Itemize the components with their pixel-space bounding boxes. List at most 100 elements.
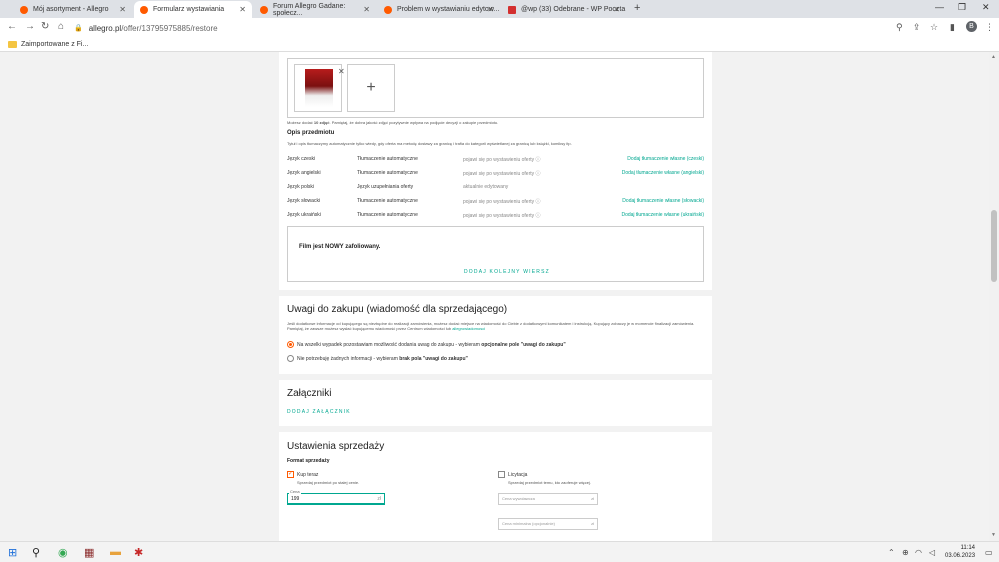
format-label: Format sprzedaży: [287, 458, 330, 464]
taskbar-clock[interactable]: 11:14 03.06.2023: [945, 544, 975, 560]
currency-label: zł: [591, 496, 594, 501]
zalaczniki-title: Załączniki: [287, 388, 332, 399]
allegro-favicon-icon: [260, 5, 268, 14]
add-row-button[interactable]: DODAJ KOLEJNY WIERSZ: [464, 269, 550, 275]
menu-icon[interactable]: ⋮: [985, 22, 994, 33]
description-editor[interactable]: Film jest NOWY zafoliowany. DODAJ KOLEJN…: [287, 226, 704, 282]
bookmark-star-icon[interactable]: ☆: [930, 22, 938, 33]
allegro-wiadomosci-link[interactable]: allegrowiadomosci: [452, 326, 485, 331]
tab-title: @wp (33) Odebrane - WP Poczta: [521, 6, 626, 13]
lang-status: aktualnie edytowany: [463, 184, 509, 190]
price-input[interactable]: 199 zł: [287, 493, 385, 505]
movie-poster-image: [305, 69, 333, 107]
kup-teraz-label[interactable]: Kup teraz: [297, 472, 318, 478]
close-tab-icon[interactable]: ✕: [119, 5, 126, 14]
radio-no-field[interactable]: [287, 355, 294, 362]
lang-row-english: Język angielski Tłumaczenie automatyczne…: [287, 166, 704, 180]
remove-photo-icon[interactable]: ✕: [338, 67, 345, 76]
search-icon[interactable]: ⚲: [32, 546, 40, 559]
tab-title: Formularz wystawiania: [153, 6, 225, 13]
radio-optional-field[interactable]: [287, 341, 294, 348]
lang-row-polish: Język polski Język uzupełniania oferty a…: [287, 180, 704, 194]
home-icon[interactable]: ⌂: [58, 21, 64, 32]
restore-window-icon[interactable]: ❐: [958, 2, 966, 13]
allegro-favicon-icon: [140, 5, 148, 14]
tab-formularz-wystawiania[interactable]: Formularz wystawiania ✕: [134, 1, 252, 18]
close-tab-icon[interactable]: ✕: [613, 5, 620, 14]
add-translation-english-link[interactable]: Dodaj tłumaczenie własne (angielski): [622, 170, 704, 176]
add-translation-slovak-link[interactable]: Dodaj tłumaczenie własne (słowacki): [622, 198, 704, 204]
browser-toolbar: ← → ↻ ⌂ 🔒 allegro.pl /offer/13795975885/…: [0, 18, 999, 37]
auction-price-placeholder: Cena wywoławcza: [502, 496, 535, 501]
url-domain: allegro.pl: [88, 23, 122, 33]
chrome-icon[interactable]: ◉: [58, 546, 68, 559]
app-icon[interactable]: ▦: [84, 546, 94, 559]
lang-mode: Tłumaczenie automatyczne: [357, 212, 418, 218]
lang-status: pojawi się po wystawieniu oferty ⓘ: [463, 171, 541, 177]
new-tab-icon[interactable]: +: [634, 2, 640, 14]
wifi-icon[interactable]: ◠: [915, 548, 922, 557]
windows-start-icon[interactable]: ⊞: [8, 546, 17, 559]
volume-icon[interactable]: ◁: [929, 548, 935, 557]
checkbox-licytacja[interactable]: [498, 471, 505, 478]
bookmark-folder-imported[interactable]: Zaimportowane z Fi...: [21, 41, 88, 48]
lang-name: Język angielski: [287, 170, 321, 176]
description-text[interactable]: Film jest NOWY zafoliowany.: [299, 244, 380, 250]
lang-status: pojawi się po wystawieniu oferty ⓘ: [463, 213, 541, 219]
add-translation-czech-link[interactable]: Dodaj tłumaczenie własne (czeski): [627, 156, 704, 162]
kup-teraz-sub: Sprzedaj przedmiot po stałej cenie.: [297, 480, 360, 485]
tab-moj-asortyment[interactable]: Mój asortyment - Allegro ✕: [14, 1, 132, 18]
photo-thumbnail[interactable]: ✕: [294, 64, 345, 112]
close-tab-icon[interactable]: ✕: [363, 5, 370, 14]
back-icon[interactable]: ←: [7, 21, 17, 32]
profile-avatar[interactable]: B: [966, 21, 977, 32]
min-price-input[interactable]: Cena minimalna (opcjonalnie) zł: [498, 518, 598, 530]
folder-icon: [8, 40, 17, 48]
side-panel-icon[interactable]: ▮: [950, 22, 955, 33]
add-translation-ukrainian-link[interactable]: Dodaj tłumaczenie własne (ukraiński): [621, 212, 704, 218]
scroll-up-icon[interactable]: ▲: [991, 54, 996, 60]
minimize-icon[interactable]: —: [935, 2, 944, 12]
close-tab-icon[interactable]: ✕: [487, 5, 494, 14]
address-bar[interactable]: 🔒 allegro.pl /offer/13795975885/restore: [74, 21, 914, 35]
page-scrollbar[interactable]: ▲ ▼: [989, 52, 999, 541]
lang-mode: Tłumaczenie automatyczne: [357, 170, 418, 176]
lang-name: Język polski: [287, 184, 314, 190]
lang-status: pojawi się po wystawieniu oferty ⓘ: [463, 157, 541, 163]
search-icon[interactable]: ⚲: [896, 22, 903, 33]
notifications-icon[interactable]: ▭: [985, 548, 993, 557]
radio-optional-label[interactable]: Na wszelki wypadek pozostawiam możliwość…: [297, 342, 566, 348]
allegro-favicon-icon: [20, 5, 28, 14]
forward-icon[interactable]: →: [25, 21, 35, 32]
tab-problem-w-wystawianiu[interactable]: Problem w wystawianiu edytow... ✕: [378, 1, 500, 18]
licytacja-label[interactable]: Licytacja: [508, 472, 527, 478]
tab-wp-poczta[interactable]: @wp (33) Odebrane - WP Poczta ✕: [502, 1, 626, 18]
share-icon[interactable]: ⇪: [913, 22, 921, 33]
close-window-icon[interactable]: ✕: [982, 2, 990, 13]
lang-name: Język ukraiński: [287, 212, 321, 218]
card-zalaczniki: [279, 380, 712, 426]
windows-taskbar: ⊞ ⚲ ◉ ▦ ▬ ✱ ⌃ ⊕ ◠ ◁ 11:14 03.06.2023 ▭: [0, 541, 999, 562]
photos-area: ✕ +: [287, 58, 704, 118]
app-game-icon[interactable]: ✱: [134, 546, 143, 559]
photos-note: Możesz dodać 10 zdjęć. Pamiętaj, że dobr…: [287, 120, 499, 125]
opis-info: Tytuł i opis tłumaczymy automatycznie ty…: [287, 141, 572, 146]
checkbox-kup-teraz[interactable]: ✓: [287, 471, 294, 478]
tab-title: Mój asortyment - Allegro: [33, 6, 109, 13]
auction-price-input[interactable]: Cena wywoławcza zł: [498, 493, 598, 505]
network-icon[interactable]: ⊕: [902, 548, 909, 557]
file-explorer-icon[interactable]: ▬: [110, 546, 121, 558]
min-price-placeholder: Cena minimalna (opcjonalnie): [502, 521, 555, 526]
scrollbar-thumb[interactable]: [991, 210, 997, 282]
radio-no-field-label[interactable]: Nie potrzebuję żadnych informacji - wybi…: [297, 356, 468, 362]
add-attachment-button[interactable]: DODAJ ZAŁĄCZNIK: [287, 409, 351, 415]
reload-icon[interactable]: ↻: [41, 21, 49, 32]
tab-forum-allegro[interactable]: Forum Allegro Gadane: społecz... ✕: [254, 1, 376, 18]
lang-mode: Tłumaczenie automatyczne: [357, 198, 418, 204]
lang-status: pojawi się po wystawieniu oferty ⓘ: [463, 199, 541, 205]
sprzedaz-title: Ustawienia sprzedaży: [287, 441, 385, 452]
add-photo-button[interactable]: +: [347, 64, 395, 112]
scroll-down-icon[interactable]: ▼: [991, 532, 996, 538]
close-tab-icon[interactable]: ✕: [239, 5, 246, 14]
chevron-up-icon[interactable]: ⌃: [888, 548, 895, 557]
